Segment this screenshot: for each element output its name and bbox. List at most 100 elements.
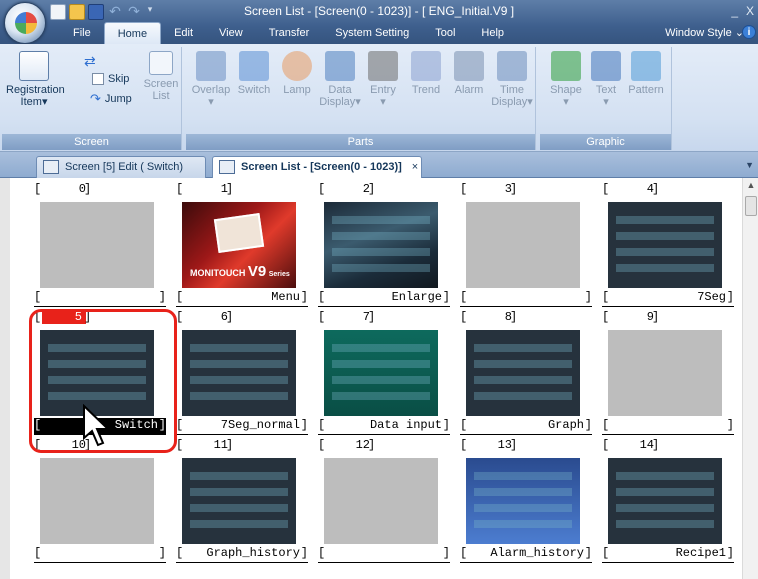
- bracket: ]: [726, 290, 734, 304]
- close-button[interactable]: X: [746, 4, 754, 18]
- title-bar: ↶ ↷ ▾ Screen List - [Screen(0 - 1023)] -…: [0, 0, 758, 44]
- screen-cell[interactable]: [7][Data input]: [318, 310, 450, 437]
- tab-tool[interactable]: Tool: [422, 22, 468, 44]
- thumbnail-detail: [190, 504, 288, 512]
- arrows-icon[interactable]: ⇄: [84, 53, 96, 70]
- scroll-up-icon[interactable]: ▲: [743, 180, 758, 190]
- graphic-text-button[interactable]: Text ▾: [586, 51, 626, 108]
- screen-thumbnail[interactable]: [182, 458, 296, 544]
- graphic-shape-button[interactable]: Shape ▾: [546, 51, 586, 108]
- parts-entry-button[interactable]: Entry ▾: [362, 51, 404, 108]
- bracket: [: [176, 438, 184, 452]
- bracket: [: [176, 182, 184, 196]
- tab-screen-list[interactable]: Screen List - [Screen(0 - 1023)] ×: [212, 156, 422, 178]
- pattern-icon: [631, 51, 661, 81]
- screen-cell[interactable]: [6][7Seg_normal]: [176, 310, 308, 437]
- parts-overlap-button[interactable]: Overlap ▾: [190, 51, 232, 108]
- bracket: ]: [510, 182, 518, 196]
- thumbnail-detail: [474, 488, 572, 496]
- tab-edit[interactable]: Edit: [161, 22, 206, 44]
- screen-cell[interactable]: [3][]: [460, 182, 592, 309]
- registration-item-button[interactable]: Registration Item▾: [6, 51, 65, 108]
- screen-thumbnail[interactable]: [466, 330, 580, 416]
- screen-name: [Recipe1]: [602, 546, 734, 563]
- dropdown-icon: ▾: [603, 96, 609, 108]
- parts-alarm-button[interactable]: Alarm: [448, 51, 490, 96]
- tab-screen-5-edit[interactable]: Screen [5] Edit ( Switch): [36, 156, 206, 178]
- jump-arrow-icon: ↷: [90, 91, 101, 106]
- screen-thumbnail[interactable]: [466, 202, 580, 288]
- bracket: [: [176, 418, 184, 432]
- screen-thumbnail[interactable]: [324, 458, 438, 544]
- screen-cell[interactable]: [14][Recipe1]: [602, 438, 734, 565]
- screen-name: [Enlarge]: [318, 290, 450, 307]
- screen-list-label-2: List: [152, 90, 170, 102]
- tab-close-icon[interactable]: ×: [412, 161, 418, 173]
- thumbnail-detail: [474, 360, 572, 368]
- parts-switch-button[interactable]: Switch: [233, 51, 275, 96]
- scroll-thumb[interactable]: [745, 196, 757, 216]
- left-right-arrows-icon: ⇄: [84, 53, 96, 69]
- parts-data-display-button[interactable]: Data Display▾: [319, 51, 361, 108]
- screen-thumbnail[interactable]: [40, 202, 154, 288]
- tab-home[interactable]: Home: [103, 22, 162, 44]
- graphic-pattern-button[interactable]: Pattern: [626, 51, 666, 96]
- screen-thumbnail[interactable]: [324, 202, 438, 288]
- screen-thumbnail[interactable]: [608, 330, 722, 416]
- bracket: [: [318, 418, 326, 432]
- screen-thumbnail[interactable]: [466, 458, 580, 544]
- dropdown-icon: ▾: [380, 96, 386, 108]
- screen-list-button[interactable]: Screen List: [142, 51, 180, 102]
- thumbnail-photo: [213, 212, 265, 254]
- parts-trend-button[interactable]: Trend: [405, 51, 447, 96]
- jump-button[interactable]: ↷ Jump: [90, 91, 132, 107]
- parts-time-display-button[interactable]: Time Display▾: [491, 51, 533, 108]
- thumbnail-detail: [190, 488, 288, 496]
- screen-number-value: 9: [646, 310, 654, 324]
- screen-cell[interactable]: [11][Graph_history]: [176, 438, 308, 565]
- screen-number: [12]: [318, 438, 450, 454]
- screen-cell[interactable]: [12][]: [318, 438, 450, 565]
- thumbnail-detail: [474, 504, 572, 512]
- tab-transfer[interactable]: Transfer: [256, 22, 323, 44]
- screen-number-value: 14: [639, 438, 654, 452]
- registration-label-item: Item: [20, 96, 42, 108]
- screen-cell[interactable]: [9][]: [602, 310, 734, 437]
- screen-number-value: 7: [362, 310, 370, 324]
- screen-cell[interactable]: [2][Enlarge]: [318, 182, 450, 309]
- screen-thumbnail[interactable]: [608, 458, 722, 544]
- bracket: [: [318, 290, 326, 304]
- vertical-scrollbar[interactable]: ▲: [742, 178, 758, 579]
- tab-screen-list-label: Screen List - [Screen(0 - 1023)]: [241, 161, 402, 173]
- screen-thumbnail[interactable]: MONITOUCH V9 Series: [182, 202, 296, 288]
- bracket: [: [460, 546, 468, 560]
- screen-cell[interactable]: [13][Alarm_history]: [460, 438, 592, 565]
- skip-checkbox[interactable]: Skip: [92, 73, 129, 85]
- parts-sublabel: Display: [319, 96, 356, 108]
- screen-thumbnail[interactable]: [608, 202, 722, 288]
- screen-name: [Data input]: [318, 418, 450, 435]
- tab-system-setting[interactable]: System Setting: [322, 22, 422, 44]
- screen-list-tab-icon: [219, 160, 235, 174]
- parts-lamp-button[interactable]: Lamp: [276, 51, 318, 96]
- screen-number: [0]: [34, 182, 166, 198]
- screen-thumbnail[interactable]: [324, 330, 438, 416]
- screen-thumbnail[interactable]: [182, 330, 296, 416]
- tab-help[interactable]: Help: [468, 22, 517, 44]
- minimize-button[interactable]: _: [731, 4, 738, 18]
- screen-cell[interactable]: [10][]: [34, 438, 166, 565]
- screen-cell[interactable]: [8][Graph]: [460, 310, 592, 437]
- dropdown-icon: ▾: [208, 96, 214, 108]
- screen-thumbnail[interactable]: [40, 458, 154, 544]
- screen-cell[interactable]: [4][7Seg]: [602, 182, 734, 309]
- screen-cell[interactable]: [0][]: [34, 182, 166, 309]
- window-style-menu[interactable]: Window Style ⌄: [665, 26, 744, 39]
- tab-view[interactable]: View: [206, 22, 256, 44]
- skip-label: Skip: [108, 73, 130, 85]
- bracket: [: [602, 310, 610, 324]
- screen-cell[interactable]: [1] MONITOUCH V9 Series [Menu]: [176, 182, 308, 309]
- tab-list-dropdown-icon[interactable]: ▼: [745, 160, 754, 170]
- thumbnail-detail: [616, 216, 714, 224]
- tab-file[interactable]: File: [60, 22, 104, 44]
- help-icon[interactable]: i: [742, 25, 756, 39]
